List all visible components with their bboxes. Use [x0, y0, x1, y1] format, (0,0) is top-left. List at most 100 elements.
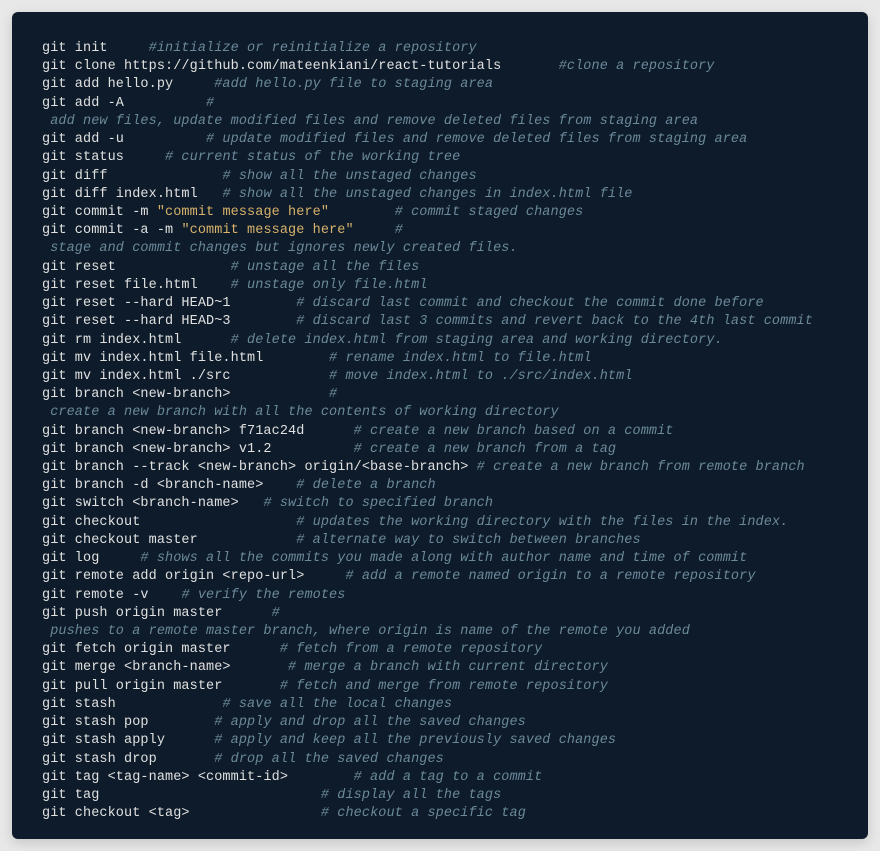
command-text: git reset --hard HEAD~3	[42, 314, 296, 329]
code-line: git pull origin master # fetch and merge…	[42, 678, 838, 696]
code-line: git add -u # update modified files and r…	[42, 131, 838, 149]
command-text: git remote -v	[42, 588, 181, 603]
comment-text: #	[206, 96, 214, 111]
code-line: git checkout <tag> # checkout a specific…	[42, 805, 838, 823]
code-line: git tag # display all the tags	[42, 787, 838, 805]
comment-text: # show all the unstaged changes in index…	[222, 187, 632, 202]
comment-text: # add a remote named origin to a remote …	[345, 569, 755, 584]
code-line: stage and commit changes but ignores new…	[42, 240, 838, 258]
command-text: git remote add origin <repo-url>	[42, 569, 345, 584]
code-line: git reset # unstage all the files	[42, 259, 838, 277]
comment-text: # apply and drop all the saved changes	[214, 715, 526, 730]
command-text: git add -u	[42, 132, 206, 147]
code-line: add new files, update modified files and…	[42, 113, 838, 131]
comment-text: # merge a branch with current directory	[288, 660, 608, 675]
command-text: git branch <new-branch> f71ac24d	[42, 424, 354, 439]
comment-text: stage and commit changes but ignores new…	[42, 241, 518, 256]
command-text: git reset	[42, 260, 231, 275]
code-line: git init #initialize or reinitialize a r…	[42, 40, 838, 58]
code-line: git stash drop # drop all the saved chan…	[42, 751, 838, 769]
command-text: git fetch origin master	[42, 642, 280, 657]
code-line: git mv index.html ./src # move index.htm…	[42, 368, 838, 386]
comment-text: # create a new branch from a tag	[354, 442, 616, 457]
comment-text: # discard last commit and checkout the c…	[296, 296, 763, 311]
code-editor-panel: git init #initialize or reinitialize a r…	[12, 12, 868, 839]
command-text: git init	[42, 41, 149, 56]
code-line: git stash # save all the local changes	[42, 696, 838, 714]
command-text: git log	[42, 551, 140, 566]
code-line: git switch <branch-name> # switch to spe…	[42, 495, 838, 513]
comment-text: #	[329, 387, 337, 402]
command-text: git stash apply	[42, 733, 214, 748]
code-line: git status # current status of the worki…	[42, 149, 838, 167]
code-line: git diff # show all the unstaged changes	[42, 168, 838, 186]
command-text: git mv index.html file.html	[42, 351, 329, 366]
comment-text: # drop all the saved changes	[214, 752, 444, 767]
code-line: git tag <tag-name> <commit-id> # add a t…	[42, 769, 838, 787]
comment-text: #add hello.py file to staging area	[214, 77, 493, 92]
command-text: git switch <branch-name>	[42, 496, 263, 511]
comment-text: # display all the tags	[321, 788, 501, 803]
code-line: git fetch origin master # fetch from a r…	[42, 641, 838, 659]
comment-text: add new files, update modified files and…	[42, 114, 698, 129]
command-text: git pull origin master	[42, 679, 280, 694]
code-line: git push origin master #	[42, 605, 838, 623]
comment-text: # rename index.html to file.html	[329, 351, 591, 366]
command-text: git commit -m	[42, 205, 157, 220]
comment-text: pushes to a remote master branch, where …	[42, 624, 690, 639]
comment-text: # delete a branch	[296, 478, 435, 493]
command-text: git stash	[42, 697, 222, 712]
comment-text: # apply and keep all the previously save…	[214, 733, 616, 748]
comment-text: # updates the working directory with the…	[296, 515, 788, 530]
command-text: git reset --hard HEAD~1	[42, 296, 296, 311]
command-text: git diff index.html	[42, 187, 222, 202]
comment-text: # update modified files and remove delet…	[206, 132, 747, 147]
code-line: git branch <new-branch> v1.2 # create a …	[42, 441, 838, 459]
code-line: git reset --hard HEAD~3 # discard last 3…	[42, 313, 838, 331]
code-line: git mv index.html file.html # rename ind…	[42, 350, 838, 368]
comment-text: # unstage all the files	[231, 260, 420, 275]
code-line: git branch -d <branch-name> # delete a b…	[42, 477, 838, 495]
code-line: git reset --hard HEAD~1 # discard last c…	[42, 295, 838, 313]
comment-text: #initialize or reinitialize a repository	[149, 41, 477, 56]
code-line: git rm index.html # delete index.html fr…	[42, 332, 838, 350]
code-line: git add hello.py #add hello.py file to s…	[42, 76, 838, 94]
command-text: git tag	[42, 788, 321, 803]
code-line: git remote -v # verify the remotes	[42, 587, 838, 605]
command-text: git branch <new-branch>	[42, 387, 329, 402]
code-line: create a new branch with all the content…	[42, 404, 838, 422]
comment-text: # create a new branch from remote branch	[477, 460, 805, 475]
comment-text: # shows all the commits you made along w…	[140, 551, 747, 566]
code-line: git branch <new-branch> #	[42, 386, 838, 404]
command-text: git mv index.html ./src	[42, 369, 329, 384]
comment-text: #	[272, 606, 280, 621]
comment-text: # alternate way to switch between branch…	[296, 533, 640, 548]
command-text: git branch -d <branch-name>	[42, 478, 296, 493]
comment-text: # save all the local changes	[222, 697, 452, 712]
code-line: git checkout master # alternate way to s…	[42, 532, 838, 550]
comment-text: # delete index.html from staging area an…	[231, 333, 723, 348]
command-text: git branch --track <new-branch> origin/<…	[42, 460, 477, 475]
comment-text: # discard last 3 commits and revert back…	[296, 314, 813, 329]
command-text: git checkout master	[42, 533, 296, 548]
command-text: git branch <new-branch> v1.2	[42, 442, 354, 457]
command-text: git clone https://github.com/mateenkiani…	[42, 59, 559, 74]
code-line: git reset file.html # unstage only file.…	[42, 277, 838, 295]
command-text: git checkout	[42, 515, 296, 530]
command-text: git reset file.html	[42, 278, 231, 293]
comment-text: create a new branch with all the content…	[42, 405, 559, 420]
comment-text: #	[395, 223, 403, 238]
code-line: git commit -m "commit message here" # co…	[42, 204, 838, 222]
command-text: git stash pop	[42, 715, 214, 730]
comment-text: # show all the unstaged changes	[222, 169, 476, 184]
command-text: git stash drop	[42, 752, 214, 767]
command-text: git push origin master	[42, 606, 272, 621]
code-line: git merge <branch-name> # merge a branch…	[42, 659, 838, 677]
code-line: git clone https://github.com/mateenkiani…	[42, 58, 838, 76]
comment-text: # move index.html to ./src/index.html	[329, 369, 632, 384]
code-line: git branch <new-branch> f71ac24d # creat…	[42, 423, 838, 441]
comment-text: #clone a repository	[559, 59, 715, 74]
command-text: git diff	[42, 169, 222, 184]
string-text: "commit message here"	[157, 205, 329, 220]
comment-text: # current status of the working tree	[165, 150, 460, 165]
